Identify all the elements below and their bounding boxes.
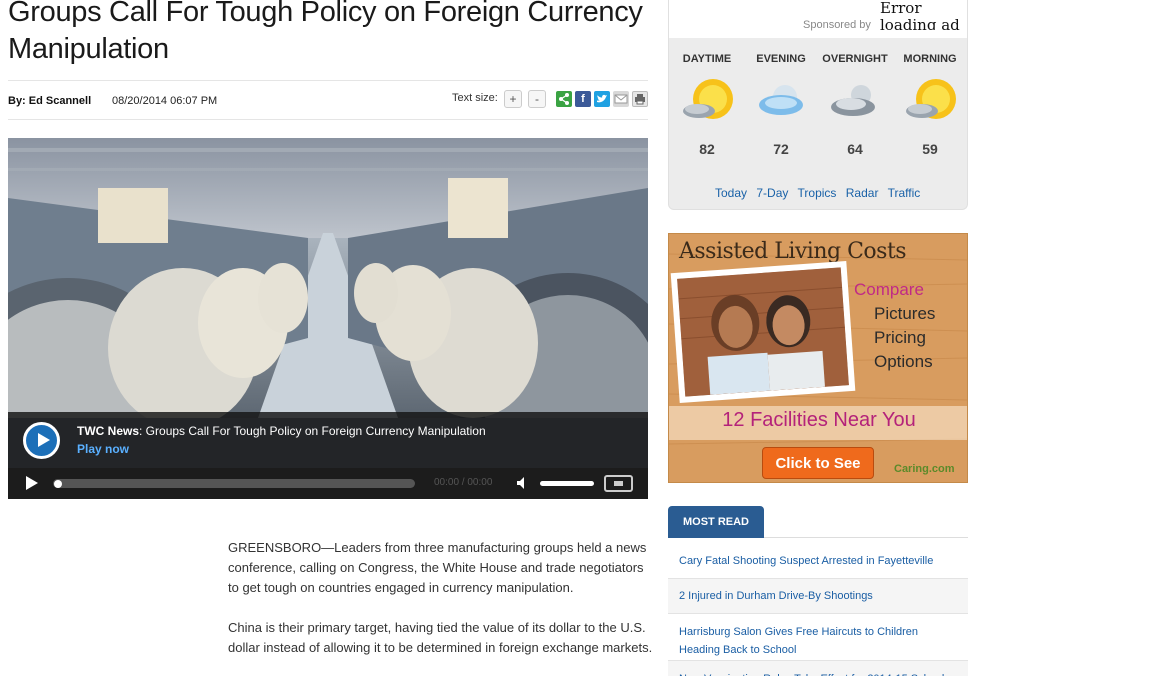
weather-period-daytime[interactable]: DAYTIME 82 (667, 53, 747, 157)
period-label: OVERNIGHT (822, 53, 888, 65)
twitter-icon[interactable] (594, 91, 610, 107)
weather-period-morning[interactable]: MORNING 59 (890, 53, 970, 157)
weather-link-tropics[interactable]: Tropics (798, 186, 837, 200)
article-byline: By: Ed Scannell (8, 95, 92, 107)
video-caption-bar: TWC News: Groups Call For Tough Policy o… (8, 412, 648, 468)
weather-link-traffic[interactable]: Traffic (888, 186, 921, 200)
time-display: 00:00 / 00:00 (434, 477, 493, 488)
article-date: 08/20/2014 06:07 PM (112, 95, 218, 107)
progress-handle[interactable] (54, 480, 62, 488)
weather-period-overnight[interactable]: OVERNIGHT 64 (815, 53, 895, 157)
share-icon[interactable] (556, 91, 572, 107)
tab-most-read[interactable]: MOST READ (668, 506, 764, 538)
divider (8, 119, 648, 120)
most-read-panel: MOST READ Cary Fatal Shooting Suspect Ar… (668, 506, 968, 676)
article-headline: Groups Call For Tough Policy on Foreign … (8, 0, 643, 65)
video-player[interactable]: TWC News: Groups Call For Tough Policy o… (8, 138, 648, 499)
ad-option-options: Options (874, 352, 933, 371)
ad-click-button[interactable]: Click to See (762, 447, 874, 479)
text-size-label: Text size: (452, 92, 498, 104)
email-icon[interactable] (613, 91, 629, 107)
video-thumbnail (8, 138, 648, 418)
volume-icon[interactable] (516, 476, 530, 490)
text-size-increase-button[interactable]: + (504, 90, 522, 108)
play-button-icon[interactable] (23, 422, 60, 459)
period-temp: 72 (773, 141, 789, 157)
ad-title: Assisted Living Costs (679, 239, 907, 264)
most-read-item[interactable]: 2 Injured in Durham Drive-By Shootings (668, 579, 968, 614)
progress-track[interactable] (53, 479, 415, 488)
ad-brand-logo: Caring.com (894, 463, 955, 475)
video-title[interactable]: TWC News: Groups Call For Tough Policy o… (77, 424, 486, 438)
facebook-icon[interactable]: f (575, 91, 591, 107)
assisted-living-ad[interactable]: Assisted Living Costs Compare Pictures P… (668, 233, 968, 483)
ad-option-pictures: Pictures (874, 304, 936, 323)
article-paragraph: China is their primary target, having ti… (228, 620, 653, 655)
ad-error-text: Error loading ad (880, 0, 960, 30)
period-label: DAYTIME (682, 53, 732, 65)
play-now-link[interactable]: Play now (77, 442, 129, 456)
most-read-item[interactable]: Harrisburg Salon Gives Free Haircuts to … (668, 614, 968, 661)
fullscreen-icon[interactable] (604, 475, 633, 492)
sun-cloud-icon (677, 75, 737, 129)
article-paragraph: GREENSBORO—Leaders from three manufactur… (228, 540, 647, 595)
most-read-item[interactable]: New Vaccination Rules Take Effect for 20… (668, 661, 968, 676)
weather-widget: Sponsored by Error loading ad DAYTIME 82… (668, 0, 968, 210)
weather-sponsor-area: Sponsored by Error loading ad (669, 0, 967, 38)
divider (8, 80, 648, 81)
partly-cloudy-night-icon (751, 75, 811, 129)
play-icon[interactable] (26, 476, 38, 490)
period-label: EVENING (756, 53, 806, 65)
most-read-item[interactable]: Cary Fatal Shooting Suspect Arrested in … (668, 544, 968, 579)
period-temp: 59 (922, 141, 938, 157)
video-source: TWC News (77, 424, 140, 438)
ad-option-compare: Compare (854, 280, 924, 299)
weather-period-evening[interactable]: EVENING 72 (741, 53, 821, 157)
sponsored-label: Sponsored by (803, 19, 871, 31)
cloudy-moon-icon (825, 75, 885, 129)
video-controls: 00:00 / 00:00 (8, 468, 648, 499)
weather-link-radar[interactable]: Radar (846, 186, 879, 200)
print-icon[interactable] (632, 91, 648, 107)
ad-photo (670, 261, 856, 403)
period-temp: 64 (847, 141, 863, 157)
ad-option-pricing: Pricing (874, 328, 926, 347)
text-size-decrease-button[interactable]: - (528, 90, 546, 108)
video-title-text: : Groups Call For Tough Policy on Foreig… (139, 424, 486, 438)
weather-link-7day[interactable]: 7-Day (756, 186, 788, 200)
volume-slider[interactable] (540, 481, 594, 486)
sun-cloud-icon (900, 75, 960, 129)
weather-link-today[interactable]: Today (715, 186, 747, 200)
weather-links: Today 7-Day Tropics Radar Traffic (715, 186, 926, 200)
period-temp: 82 (699, 141, 715, 157)
ad-facilities-text: 12 Facilities Near You (722, 409, 916, 431)
period-label: MORNING (903, 53, 957, 65)
